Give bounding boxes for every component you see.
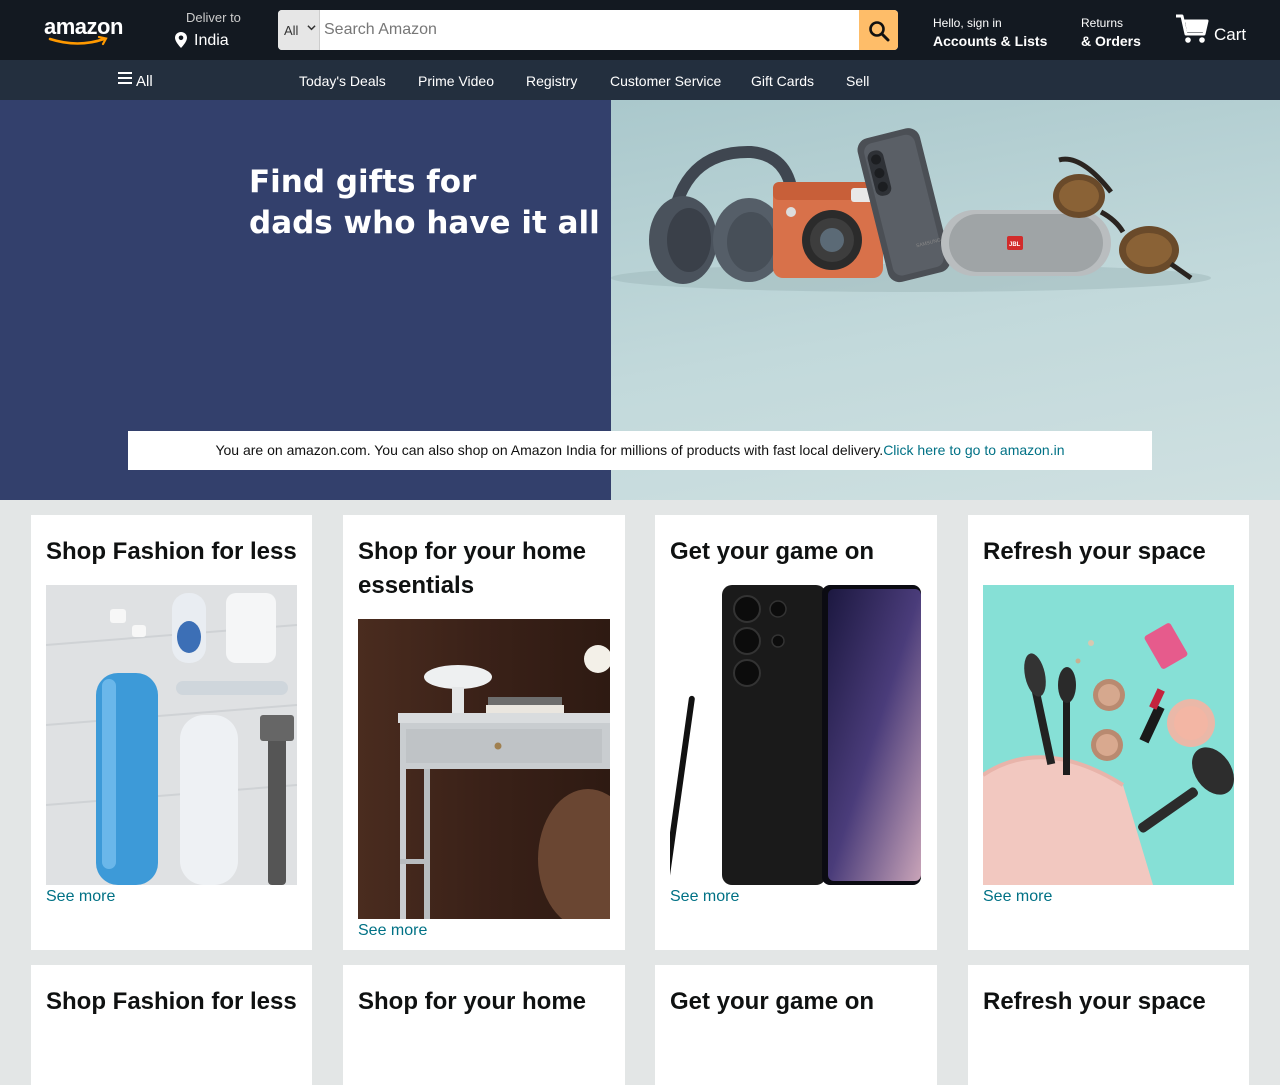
see-more-link[interactable]: See more [983, 888, 1052, 906]
sub-nav: All Today's Deals Prime Video Registry C… [0, 60, 1280, 100]
search-input[interactable] [320, 10, 859, 50]
toiletries-image [46, 585, 297, 885]
see-more-link[interactable]: See more [670, 888, 739, 906]
chevron-down-icon [307, 25, 316, 31]
deliver-label: Deliver to [186, 10, 241, 25]
nav-link-gift-cards[interactable]: Gift Cards [751, 73, 814, 89]
logo-smile-icon [48, 36, 108, 46]
nav-link-sell[interactable]: Sell [846, 73, 869, 89]
cart-icon [1176, 14, 1209, 43]
amazon-in-link[interactable]: Click here to go to amazon.in [883, 442, 1064, 458]
headphones-image [649, 145, 800, 284]
nav-link-prime-video[interactable]: Prime Video [418, 73, 494, 89]
card-refresh-space-2: Refresh your space [968, 965, 1249, 1085]
account-and-lists[interactable]: Hello, sign in Accounts & Lists [933, 16, 1047, 49]
all-menu-label: All [136, 73, 153, 90]
orders-label: & Orders [1081, 33, 1141, 49]
card-gaming-2: Get your game on [655, 965, 937, 1085]
instant-camera-image [773, 182, 883, 278]
card-title: Shop Fashion for less [46, 988, 297, 1015]
bluetooth-speaker-image: JBL [941, 210, 1111, 276]
see-more-link[interactable]: See more [46, 888, 115, 906]
samsung-phone-image [670, 585, 921, 885]
card-image-phone[interactable] [670, 585, 921, 885]
speaker-brand: JBL [1009, 242, 1021, 248]
cart-label: Cart [1214, 25, 1247, 44]
card-fashion: Shop Fashion for less See more [31, 515, 312, 950]
returns-label: Returns [1081, 16, 1124, 30]
nav-link-todays-deals[interactable]: Today's Deals [299, 73, 386, 89]
card-home-essentials: Shop for your home essentials See more [343, 515, 625, 950]
card-title: Get your game on [670, 988, 875, 1015]
makeup-image [983, 585, 1234, 885]
card-fashion-2: Shop Fashion for less [31, 965, 312, 1085]
card-image-home[interactable] [358, 619, 610, 919]
card-image-fashion[interactable] [46, 585, 297, 885]
amazon-logo[interactable]: amazon [44, 14, 130, 48]
search-category-label: All [284, 23, 299, 38]
card-title: Shop for your home [358, 988, 586, 1015]
search-category-dropdown[interactable]: All [278, 10, 320, 50]
card-title: Shop for your home essentials [358, 538, 586, 599]
card-refresh-space: Refresh your space See more [968, 515, 1249, 950]
account-label: Accounts & Lists [933, 33, 1048, 49]
location-pin-icon [175, 32, 187, 48]
hero-title-line1: Find gifts for [249, 164, 477, 200]
top-nav: amazon Deliver to India All Hello [0, 0, 1280, 60]
search-button[interactable] [859, 10, 898, 50]
hamburger-menu-icon [118, 72, 132, 84]
locale-banner: You are on amazon.com. You can also shop… [128, 431, 1152, 470]
deliver-location: India [194, 32, 229, 49]
hero-title: Find gifts for dads who have it all [249, 162, 600, 244]
cart-button[interactable]: Cart [1174, 12, 1254, 48]
nav-link-registry[interactable]: Registry [526, 73, 577, 89]
card-gaming: Get your game on See more [655, 515, 937, 950]
hero-title-line2: dads who have it all [249, 205, 600, 241]
nav-link-customer-service[interactable]: Customer Service [610, 73, 721, 89]
card-home-essentials-2: Shop for your home [343, 965, 625, 1085]
search-bar: All [278, 10, 898, 50]
card-image-makeup[interactable] [983, 585, 1234, 885]
card-title: Shop Fashion for less [46, 538, 297, 565]
card-title: Refresh your space [983, 988, 1206, 1015]
account-greeting: Hello, sign in [933, 16, 1002, 30]
search-icon [869, 21, 890, 42]
locale-banner-text: You are on amazon.com. You can also shop… [215, 442, 884, 458]
desk-image [358, 619, 610, 919]
see-more-link[interactable]: See more [358, 922, 427, 940]
card-title: Refresh your space [983, 538, 1206, 565]
card-title: Get your game on [670, 538, 875, 565]
returns-and-orders[interactable]: Returns & Orders [1081, 16, 1141, 49]
